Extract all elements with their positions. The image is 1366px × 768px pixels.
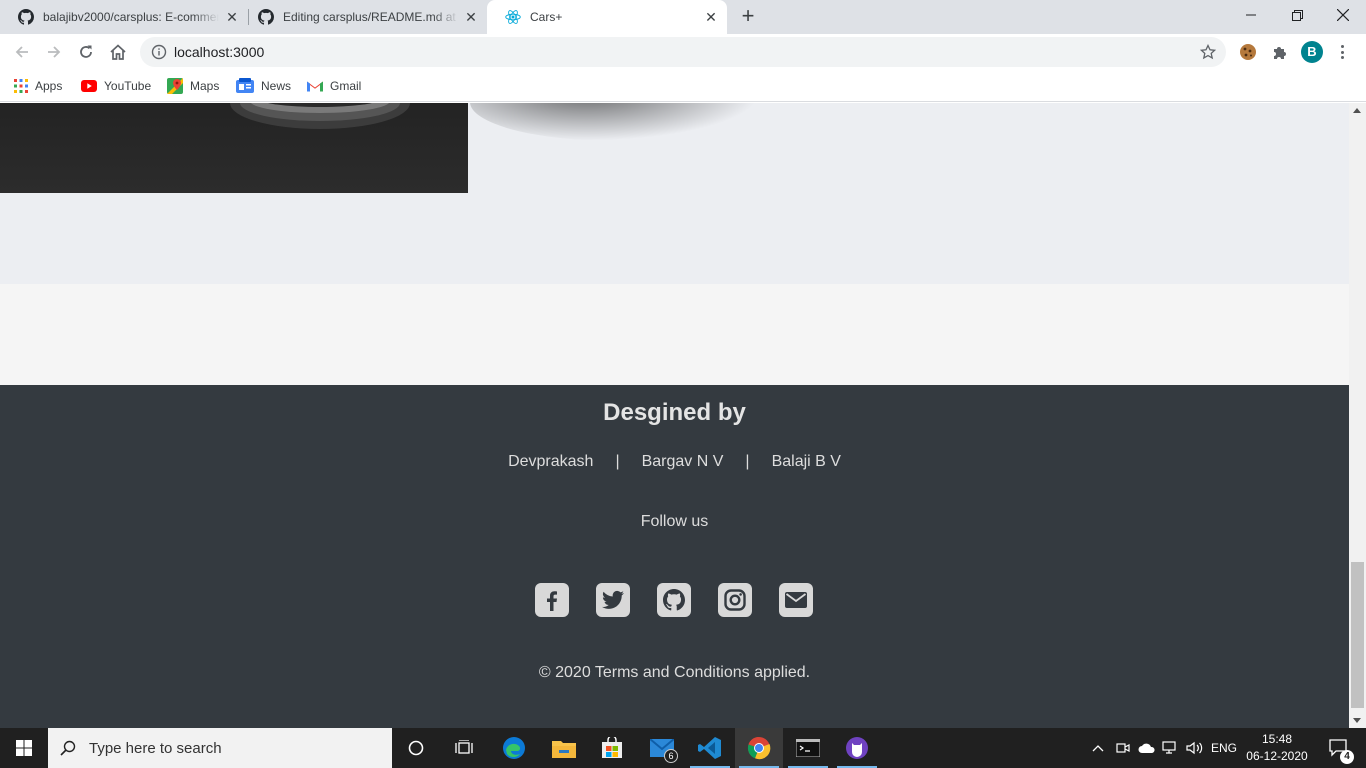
designer-name: Bargav N V [641,453,724,470]
car-shadow [470,103,760,141]
taskbar-search-placeholder: Type here to search [89,739,222,757]
taskbar-clock[interactable]: 15:48 06-12-2020 [1241,731,1313,765]
bookmark-star-icon[interactable] [1200,44,1216,60]
tab-close-icon[interactable]: ✕ [224,9,240,25]
scrollbar-thumb[interactable] [1351,562,1364,708]
bookmark-label: Maps [190,79,220,93]
react-icon [505,9,521,25]
microsoft-store-icon[interactable] [588,728,636,768]
search-icon [60,740,76,756]
reload-button[interactable] [72,38,100,66]
bookmark-gmail[interactable]: Gmail [307,76,361,96]
designer-separator: | [615,453,620,470]
footer-heading: Desgined by [603,399,746,426]
bookmark-label: News [261,79,292,93]
browser-tab-readme-editor[interactable]: Editing carsplus/README.md at main ✕ [240,0,487,34]
new-tab-button[interactable]: + [737,5,759,28]
back-button[interactable] [8,38,36,66]
bookmark-news[interactable]: News [236,76,291,96]
scroll-up-arrow-icon[interactable] [1353,108,1361,113]
action-center-icon[interactable]: 4 [1318,728,1358,768]
page-scrollbar[interactable] [1349,103,1366,728]
page-viewport: Desgined by Devprakash | Bargav N V | Ba… [0,103,1349,728]
github-desktop-icon[interactable] [833,728,881,768]
language-indicator[interactable]: ENG [1208,728,1240,768]
tab-title: Cars+ [530,10,563,24]
mail-icon[interactable]: 6 [638,728,686,768]
gmail-icon [307,80,323,92]
follow-us-label: Follow us [640,513,709,530]
chrome-icon[interactable] [735,728,783,768]
cortana-icon[interactable] [392,728,440,768]
tab-title: Editing carsplus/README.md at main [283,10,459,24]
browser-tab-carsplus-repo[interactable]: balajibv2000/carsplus: E-commerce ✕ [0,0,248,34]
mail-unread-badge: 6 [664,749,678,763]
maps-icon [167,78,183,94]
extensions-puzzle-icon[interactable] [1270,42,1290,62]
car-image [0,103,468,193]
tab-strip: balajibv2000/carsplus: E-commerce ✕ Edit… [0,0,1366,34]
apps-grid-icon [14,79,28,93]
onedrive-icon[interactable] [1137,728,1157,768]
meet-now-icon[interactable] [1113,728,1133,768]
scroll-down-arrow-icon[interactable] [1353,718,1361,723]
facebook-icon[interactable] [535,583,569,617]
show-hidden-icons-icon[interactable] [1088,728,1108,768]
designer-name: Devprakash [508,453,594,470]
clock-date: 06-12-2020 [1246,749,1308,763]
windows-start-button[interactable] [0,728,48,768]
designer-list: Devprakash | Bargav N V | Balaji B V [0,453,1349,471]
section-spacer [0,284,1349,385]
close-window-button[interactable] [1320,0,1366,30]
copyright-text: © 2020 Terms and Conditions applied. [538,664,811,681]
terminal-icon[interactable] [784,728,832,768]
tab-close-icon[interactable]: ✕ [703,9,719,25]
bookmark-maps[interactable]: Maps [167,76,219,96]
taskbar-search-box[interactable]: Type here to search [48,728,392,768]
github-icon[interactable] [657,583,691,617]
notification-count-badge: 4 [1340,750,1354,764]
bookmark-label: YouTube [104,79,152,93]
designer-name: Balaji B V [771,453,841,470]
site-footer: Desgined by Devprakash | Bargav N V | Ba… [0,385,1349,728]
envelope-icon[interactable] [779,583,813,617]
youtube-icon [81,80,97,92]
network-icon[interactable] [1160,728,1182,768]
edge-browser-icon[interactable] [490,728,538,768]
site-info-icon[interactable] [151,44,167,60]
windows-taskbar: Type here to search 6 ENG 15:48 06-12-20… [0,728,1366,768]
file-explorer-icon[interactable] [540,728,588,768]
github-icon [258,9,274,25]
profile-avatar[interactable]: B [1301,41,1323,63]
address-bar[interactable]: localhost:3000 [140,37,1226,67]
vscode-icon[interactable] [686,728,734,768]
bookmark-label: Gmail [330,79,362,93]
social-links [535,583,840,617]
bookmarks-bar: Apps YouTube Maps News Gmail [0,70,1366,102]
github-icon [18,9,34,25]
tab-close-icon[interactable]: ✕ [463,9,479,25]
home-button[interactable] [104,38,132,66]
bookmark-apps[interactable]: Apps [14,76,62,96]
volume-icon[interactable] [1184,728,1206,768]
forward-button[interactable] [40,38,68,66]
designer-separator: | [745,453,750,470]
browser-tab-cars-plus[interactable]: Cars+ ✕ [487,0,727,34]
browser-toolbar: localhost:3000 B [0,34,1366,70]
bookmark-youtube[interactable]: YouTube [81,76,151,96]
twitter-icon[interactable] [596,583,630,617]
cookie-extension-icon[interactable] [1238,42,1258,62]
minimize-button[interactable] [1228,0,1274,30]
google-news-icon [236,78,254,94]
instagram-icon[interactable] [718,583,752,617]
browser-menu-icon[interactable] [1336,42,1348,62]
tab-title: balajibv2000/carsplus: E-commerce [43,10,219,24]
task-view-icon[interactable] [440,728,488,768]
bookmark-label: Apps [35,79,63,93]
url-text: localhost:3000 [174,44,265,60]
clock-time: 15:48 [1261,732,1293,746]
restore-button[interactable] [1274,0,1320,30]
